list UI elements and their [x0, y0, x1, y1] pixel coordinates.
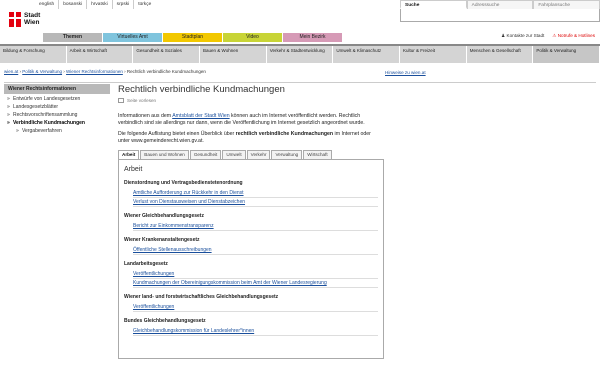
sidebar-item-kundmachungen[interactable]: Verbindliche Kundmachungen	[4, 119, 110, 127]
tab-fahrplansuche[interactable]: Fahrplansuche	[533, 0, 600, 9]
section-title: Landarbeitsgesetz	[124, 261, 168, 268]
overview-paragraph: Die folgende Auflistung bietet einen Übe…	[118, 131, 371, 144]
topic-tabs: Arbeit Bauen und Wohnen Gesundheit Umwelt Ve…	[118, 150, 384, 160]
speaker-icon	[118, 98, 124, 103]
section-link[interactable]: Kundmachungen der Obereinigungskommissio…	[133, 279, 378, 289]
hint-link[interactable]: Hinweise zu wien.at	[385, 70, 426, 75]
lang-srpski[interactable]: srpski	[111, 0, 134, 9]
read-aloud-button[interactable]: Seite vorlesen	[118, 98, 384, 103]
category-tabs: Themen Virtuelles Amt Stadtplan Video Mein B…	[43, 33, 343, 42]
sidebar-heading[interactable]: Wiener Rechtsinformationen	[4, 84, 110, 94]
lang-hrvatski[interactable]: hrvatski	[86, 0, 112, 9]
nav-item-0[interactable]: Bildung & Forschung	[0, 46, 67, 63]
topic-tab-4[interactable]: Verkehr	[246, 150, 271, 160]
top-links: ♟ Kontakte zur Stadt ⚠ Notrufe & Hotline…	[501, 33, 595, 39]
section-title: Wiener Krankenanstaltengesetz	[124, 237, 200, 244]
category-tab-2[interactable]: Stadtplan	[163, 33, 222, 42]
breadcrumb-current: Rechtlich verbindliche Kundmachungen	[126, 69, 206, 74]
topic-tab-6[interactable]: Wirtschaft	[303, 150, 332, 160]
section-link[interactable]: Gleichbehandlungskommission für Landesle…	[133, 327, 378, 337]
emergency-link[interactable]: ⚠ Notrufe & Hotlines	[552, 33, 595, 39]
panel-title: Arbeit	[124, 166, 143, 174]
nav-item-3[interactable]: Bauen & Wohnen	[200, 46, 267, 63]
category-tab-3[interactable]: Video	[223, 33, 282, 42]
nav-item-8[interactable]: Politik & Verwaltung	[533, 46, 600, 63]
nav-item-2[interactable]: Gesundheit & Soziales	[133, 46, 201, 63]
section-link[interactable]: Öffentliche Stellenausschreibungen	[133, 246, 378, 256]
topic-tab-3[interactable]: Umwelt	[222, 150, 246, 160]
intro-paragraph: Informationen aus dem Amtsblatt der Stad…	[118, 113, 365, 126]
topic-tab-1[interactable]: Bauen und Wohnen	[140, 150, 189, 160]
section-link[interactable]: Veröffentlichungen	[133, 303, 378, 313]
topic-tab-5[interactable]: Verwaltung	[271, 150, 303, 160]
nav-item-6[interactable]: Kultur & Freizeit	[400, 46, 467, 63]
header: english bosanski hrvatski srpski türkçe …	[0, 0, 600, 44]
nav-item-4[interactable]: Verkehr & Stadtentwicklung	[267, 46, 334, 63]
main-navigation: Bildung & Forschung Arbeit & Wirtschaft Ge…	[0, 44, 600, 63]
contact-link[interactable]: ♟ Kontakte zur Stadt	[501, 33, 544, 39]
category-tab-1[interactable]: Virtuelles Amt	[103, 33, 162, 42]
lang-turkce[interactable]: türkçe	[133, 0, 155, 9]
section-link[interactable]: Bericht zur Einkommenstransparenz	[133, 222, 378, 232]
language-switcher: english bosanski hrvatski srpski türkçe	[35, 0, 155, 9]
sidebar: Wiener Rechtsinformationen Entwürfe von …	[4, 84, 110, 135]
section-link[interactable]: Amtliche Aufforderung zur Rückkehr in de…	[133, 189, 378, 199]
logo[interactable]: Stadt Wien	[9, 12, 40, 27]
tab-suche[interactable]: Suche	[400, 0, 467, 9]
section-title: Wiener land- und forstwirtschaftliches G…	[124, 294, 279, 301]
sidebar-item-landesgesetzblaetter[interactable]: Landesgesetzblätter	[4, 103, 110, 111]
amtsblatt-link[interactable]: Amtsblatt der Stadt Wien	[172, 113, 229, 119]
sidebar-item-rechtsvorschriften[interactable]: Rechtsvorschriftensammlung	[4, 111, 110, 119]
tab-adresssuche[interactable]: Adresssuche	[466, 0, 534, 9]
topic-tab-0[interactable]: Arbeit	[118, 150, 140, 160]
page-title: Rechtlich verbindliche Kundmachungen	[118, 84, 285, 95]
section-title: Wiener Gleichbehandlungsgesetz	[124, 213, 204, 220]
nav-item-7[interactable]: Menschen & Gesellschaft	[467, 46, 534, 63]
search-area: Suche Adresssuche Fahrplansuche	[400, 0, 600, 22]
section-link[interactable]: Verlust von Dienstausweisen und Dienstab…	[133, 198, 378, 208]
sidebar-item-entwuerfe[interactable]: Entwürfe von Landesgesetzen	[4, 95, 110, 103]
lang-english[interactable]: english	[35, 0, 58, 9]
nav-item-1[interactable]: Arbeit & Wirtschaft	[67, 46, 134, 63]
breadcrumb-item-2[interactable]: Wiener Rechtsinformationen	[66, 69, 123, 74]
section-link[interactable]: Veröffentlichungen	[133, 270, 378, 280]
vienna-coat-of-arms-icon	[9, 12, 21, 27]
breadcrumb: wien.at › Politik & Verwaltung › Wiener …	[4, 69, 596, 83]
sidebar-item-vergabeverfahren[interactable]: Vergabeverfahren	[4, 127, 110, 135]
topic-tab-2[interactable]: Gesundheit	[189, 150, 222, 160]
section-title: Dienstordnung und Vertragsbedienstetenor…	[124, 180, 243, 187]
breadcrumb-item-1[interactable]: Politik & Verwaltung	[22, 69, 62, 74]
nav-item-5[interactable]: Umwelt & Klimaschutz	[333, 46, 401, 63]
section-title: Bundes Gleichbehandlungsgesetz	[124, 318, 206, 325]
lang-bosanski[interactable]: bosanski	[58, 0, 86, 9]
main-content: Rechtlich verbindliche Kundmachungen Sei…	[118, 84, 384, 360]
category-tab-0[interactable]: Themen	[43, 33, 102, 42]
breadcrumb-item-0[interactable]: wien.at	[4, 69, 18, 74]
tab-panel: Arbeit Dienstordnung und Vertragsbediens…	[118, 159, 384, 360]
category-tab-4[interactable]: Mein Bezirk	[283, 33, 342, 42]
search-input[interactable]	[400, 8, 600, 22]
